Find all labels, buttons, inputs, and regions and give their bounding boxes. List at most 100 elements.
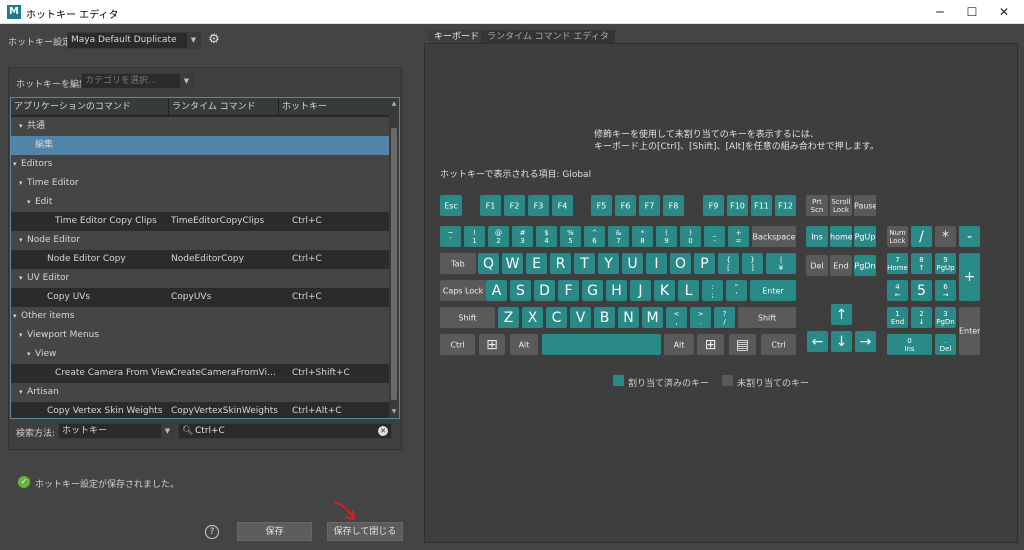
keyboard-key[interactable]: End bbox=[830, 255, 852, 276]
keyboard-key[interactable]: N bbox=[618, 307, 639, 328]
keyboard-key[interactable]: Scroll Lock bbox=[830, 195, 852, 216]
keyboard-key[interactable]: Shift bbox=[440, 307, 495, 328]
minimize-button[interactable]: ─ bbox=[924, 0, 956, 24]
search-mode-dropdown[interactable]: ホットキー ▼ bbox=[58, 423, 175, 439]
keyboard-key[interactable]: F3 bbox=[528, 195, 549, 216]
keyboard-key[interactable]: % 5 bbox=[560, 226, 581, 247]
tree-scrollbar[interactable]: ▲ ▼ bbox=[389, 98, 399, 418]
keyboard-key[interactable]: V bbox=[570, 307, 591, 328]
keyboard-key[interactable]: K bbox=[654, 280, 675, 301]
keyboard-key[interactable]: Shift bbox=[738, 307, 796, 328]
keyboard-key[interactable]: A bbox=[486, 280, 507, 301]
expand-arrow-icon[interactable]: ▾ bbox=[13, 307, 17, 326]
keyboard-key[interactable]: <, bbox=[666, 307, 687, 328]
keyboard-key[interactable]: ↑ bbox=[831, 304, 852, 325]
keyboard-key[interactable] bbox=[542, 334, 661, 355]
scroll-up-icon[interactable]: ▲ bbox=[389, 100, 399, 107]
keyboard-key[interactable]: ⊞ bbox=[479, 334, 505, 355]
keyboard-key[interactable]: L bbox=[678, 280, 699, 301]
keyboard-key[interactable]: Alt bbox=[664, 334, 694, 355]
tree-row[interactable]: ▾ Editors bbox=[11, 155, 389, 174]
keyboard-key[interactable]: P bbox=[694, 253, 715, 274]
keyboard-key[interactable]: 5 bbox=[911, 280, 932, 301]
keyboard-key[interactable]: Caps Lock bbox=[440, 280, 486, 301]
keyboard-key[interactable]: " ' bbox=[726, 280, 747, 301]
scroll-thumb[interactable] bbox=[391, 128, 397, 400]
keyboard-key[interactable]: . Del bbox=[935, 334, 956, 355]
keyboard-key[interactable]: Prt Scn bbox=[806, 195, 828, 216]
tree-row[interactable]: ▾ Node Editor bbox=[11, 231, 389, 250]
keyboard-key[interactable]: E bbox=[526, 253, 547, 274]
keyboard-key[interactable]: PgDn bbox=[854, 255, 876, 276]
keyboard-key[interactable]: #3 bbox=[512, 226, 533, 247]
keyboard-key[interactable]: @2 bbox=[488, 226, 509, 247]
expand-arrow-icon[interactable]: ▾ bbox=[19, 117, 23, 136]
tab-keyboard[interactable]: キーボード bbox=[428, 30, 486, 44]
keyboard-key[interactable]: U bbox=[622, 253, 643, 274]
keyboard-key[interactable]: >. bbox=[690, 307, 711, 328]
keyboard-key[interactable]: J bbox=[630, 280, 651, 301]
search-input[interactable]: 🔍︎ Ctrl+C ✕ bbox=[178, 423, 392, 439]
tree-row[interactable]: ▾ 共通 bbox=[11, 117, 389, 136]
maximize-button[interactable]: ☐ bbox=[956, 0, 988, 24]
keyboard-key[interactable]: W bbox=[502, 253, 523, 274]
keyboard-key[interactable]: & 7 bbox=[608, 226, 629, 247]
keyboard-key[interactable]: F4 bbox=[552, 195, 573, 216]
keyboard-key[interactable]: ↓ bbox=[831, 331, 852, 352]
keyboard-key[interactable]: Ctrl bbox=[440, 334, 475, 355]
tree-row[interactable]: ▾ UV Editor bbox=[11, 269, 389, 288]
tree-row[interactable]: ▾ Artisan bbox=[11, 383, 389, 402]
keyboard-key[interactable]: F6 bbox=[615, 195, 636, 216]
keyboard-key[interactable]: - bbox=[959, 226, 980, 247]
tree-row[interactable]: Copy UVs CopyUVs Ctrl+C bbox=[11, 288, 389, 307]
tree-row[interactable]: Create Camera From View CreateCameraFromV… bbox=[11, 364, 389, 383]
keyboard-key[interactable]: }] bbox=[742, 253, 763, 274]
keyboard-key[interactable]: F2 bbox=[504, 195, 525, 216]
keyboard-key[interactable]: home bbox=[830, 226, 852, 247]
keyboard-key[interactable]: (9 bbox=[656, 226, 677, 247]
keyboard-key[interactable]: * bbox=[935, 226, 956, 247]
expand-arrow-icon[interactable]: ▾ bbox=[19, 269, 23, 288]
scroll-down-icon[interactable]: ▼ bbox=[389, 408, 399, 415]
column-runtime-command[interactable]: ランタイム コマンド bbox=[169, 98, 279, 116]
keyboard-key[interactable]: F5 bbox=[591, 195, 612, 216]
keyboard-key[interactable]: * 8 bbox=[632, 226, 653, 247]
keyboard-key[interactable]: ? / bbox=[714, 307, 735, 328]
tree-row[interactable]: ▾ View bbox=[11, 345, 389, 364]
keyboard-key[interactable]: + = bbox=[728, 226, 749, 247]
keyboard-key[interactable]: Z bbox=[498, 307, 519, 328]
gear-icon[interactable]: ⚙ bbox=[207, 33, 221, 47]
keyboard-key[interactable]: Esc bbox=[440, 195, 462, 216]
keyboard-key[interactable]: Del bbox=[806, 255, 828, 276]
keyboard-key[interactable]: 7 Home bbox=[887, 253, 908, 274]
keyboard-key[interactable]: ! 1 bbox=[464, 226, 485, 247]
keyboard-key[interactable]: Alt bbox=[510, 334, 538, 355]
keyboard-key[interactable]: F1 bbox=[480, 195, 501, 216]
expand-arrow-icon[interactable]: ▾ bbox=[27, 345, 31, 364]
keyboard-key[interactable]: 4 ← bbox=[887, 280, 908, 301]
keyboard-key[interactable]: | ¥ bbox=[766, 253, 796, 274]
keyboard-key[interactable]: ← bbox=[807, 331, 828, 352]
expand-arrow-icon[interactable]: ▾ bbox=[27, 193, 31, 212]
keyboard-key[interactable]: T bbox=[574, 253, 595, 274]
keyboard-key[interactable]: Enter bbox=[959, 307, 980, 355]
keyboard-key[interactable]: M bbox=[642, 307, 663, 328]
keyboard-key[interactable]: G bbox=[582, 280, 603, 301]
keyboard-key[interactable]: / bbox=[911, 226, 932, 247]
keyboard-key[interactable]: Enter bbox=[750, 280, 796, 301]
keyboard-key[interactable]: H bbox=[606, 280, 627, 301]
tree-row[interactable]: Node Editor Copy NodeEditorCopy Ctrl+C bbox=[11, 250, 389, 269]
keyboard-key[interactable]: ~ ` bbox=[440, 226, 461, 247]
keyboard-key[interactable]: 2 ↓ bbox=[911, 307, 932, 328]
keyboard-key[interactable]: PgUp bbox=[854, 226, 876, 247]
expand-arrow-icon[interactable]: ▾ bbox=[19, 383, 23, 402]
tree-row[interactable]: ▾ Edit bbox=[11, 193, 389, 212]
keyboard-key[interactable]: F8 bbox=[663, 195, 684, 216]
keyboard-key[interactable]: 1 End bbox=[887, 307, 908, 328]
tree-row[interactable]: ▾ Other items bbox=[11, 307, 389, 326]
keyboard-key[interactable]: ▤ bbox=[729, 334, 756, 355]
keyboard-key[interactable]: 8 ↑ bbox=[911, 253, 932, 274]
keyboard-key[interactable]: F11 bbox=[751, 195, 772, 216]
keyboard-key[interactable]: Ins bbox=[806, 226, 828, 247]
tree-row[interactable]: 編集 bbox=[11, 136, 389, 155]
